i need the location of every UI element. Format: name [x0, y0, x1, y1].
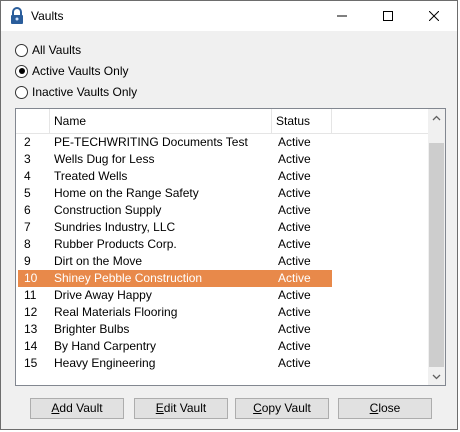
button-label: opy Vault [261, 401, 311, 415]
row-id-cell: 12 [24, 305, 38, 319]
table-row[interactable]: 15 Heavy Engineering Active [18, 355, 332, 372]
column-header-status[interactable]: Status [272, 109, 332, 133]
radio-button[interactable] [15, 85, 28, 99]
row-id-cell: 10 [24, 271, 38, 285]
radio-label: Active Vaults Only [32, 64, 129, 78]
row-status-cell: Active [278, 152, 311, 166]
row-name-cell: Real Materials Flooring [54, 305, 178, 319]
row-id-cell: 11 [24, 288, 37, 302]
button-label: dd Vault [59, 401, 103, 415]
row-name-cell: Rubber Products Corp. [54, 237, 177, 251]
table-row[interactable]: 13 Brighter Bulbs Active [18, 321, 332, 338]
title-bar[interactable]: Vaults [1, 1, 457, 31]
row-id-cell: 4 [24, 169, 31, 183]
vaults-list[interactable]: Name Status 2 PE-TECHWRITING Documents Te… [15, 108, 446, 386]
button-label: dit Vault [163, 401, 207, 415]
table-row[interactable]: 4 Treated Wells Active [18, 168, 332, 185]
row-id-cell: 2 [24, 135, 31, 149]
table-row[interactable]: 11 Drive Away Happy Active [18, 287, 332, 304]
row-name-cell: Brighter Bulbs [54, 322, 130, 336]
list-header: Name Status [16, 109, 430, 134]
edit-vault-button[interactable]: Edit Vault [134, 398, 228, 419]
table-row[interactable]: 2 PE-TECHWRITING Documents Test Active [18, 134, 332, 151]
row-name-cell: Heavy Engineering [54, 356, 156, 370]
radio-active-vaults[interactable]: Active Vaults Only [15, 63, 128, 79]
table-row[interactable]: 12 Real Materials Flooring Active [18, 304, 332, 321]
row-status-cell: Active [278, 220, 311, 234]
chevron-up-icon [432, 115, 441, 120]
radio-label: Inactive Vaults Only [32, 85, 138, 99]
row-name-cell: Shiney Pebble Construction [54, 271, 203, 285]
row-id-cell: 5 [24, 186, 31, 200]
radio-label: All Vaults [32, 43, 82, 57]
copy-vault-button[interactable]: Copy Vault [235, 398, 329, 419]
table-row[interactable]: 9 Dirt on the Move Active [18, 253, 332, 270]
vaults-dialog: Vaults All Vaults Active Vaults Only Ina… [0, 0, 458, 430]
lock-icon [11, 7, 23, 24]
row-status-cell: Active [278, 254, 311, 268]
table-row[interactable]: 10 Shiney Pebble Construction Active [18, 270, 332, 287]
radio-all-vaults[interactable]: All Vaults [15, 42, 81, 58]
row-name-cell: Treated Wells [54, 169, 128, 183]
row-name-cell: Construction Supply [54, 203, 162, 217]
row-id-cell: 14 [24, 339, 38, 353]
row-name-cell: Wells Dug for Less [54, 152, 155, 166]
maximize-button[interactable] [365, 1, 411, 31]
column-header-id[interactable] [16, 109, 50, 133]
row-name-cell: Drive Away Happy [54, 288, 152, 302]
close-icon [429, 11, 439, 21]
row-status-cell: Active [278, 169, 311, 183]
vertical-scrollbar[interactable] [428, 109, 445, 385]
add-vault-button[interactable]: Add Vault [30, 398, 124, 419]
maximize-icon [383, 11, 393, 21]
table-row[interactable]: 6 Construction Supply Active [18, 202, 332, 219]
row-status-cell: Active [278, 288, 311, 302]
table-row[interactable]: 7 Sundries Industry, LLC Active [18, 219, 332, 236]
chevron-down-icon [432, 374, 441, 379]
row-id-cell: 9 [24, 254, 31, 268]
row-id-cell: 3 [24, 152, 31, 166]
row-status-cell: Active [278, 271, 311, 285]
mnemonic: E [155, 401, 164, 415]
row-name-cell: Home on the Range Safety [54, 186, 199, 200]
row-status-cell: Active [278, 237, 311, 251]
row-status-cell: Active [278, 305, 311, 319]
table-row[interactable]: 14 By Hand Carpentry Active [18, 338, 332, 355]
row-id-cell: 7 [24, 220, 31, 234]
window-title: Vaults [31, 9, 64, 23]
radio-inactive-vaults[interactable]: Inactive Vaults Only [15, 84, 137, 100]
scroll-thumb[interactable] [429, 143, 444, 367]
scroll-up-button[interactable] [428, 109, 445, 126]
row-name-cell: Sundries Industry, LLC [54, 220, 176, 234]
column-header-name[interactable]: Name [50, 109, 272, 133]
row-id-cell: 8 [24, 237, 31, 251]
row-status-cell: Active [278, 135, 311, 149]
row-name-cell: By Hand Carpentry [54, 339, 157, 353]
button-label: lose [378, 401, 401, 415]
row-status-cell: Active [278, 339, 311, 353]
minimize-icon [337, 15, 347, 17]
close-window-button[interactable] [411, 1, 457, 31]
table-row[interactable]: 5 Home on the Range Safety Active [18, 185, 332, 202]
row-status-cell: Active [278, 203, 311, 217]
row-status-cell: Active [278, 322, 311, 336]
row-id-cell: 15 [24, 356, 38, 370]
table-row[interactable]: 8 Rubber Products Corp. Active [18, 236, 332, 253]
row-name-cell: Dirt on the Move [54, 254, 143, 268]
row-status-cell: Active [278, 356, 311, 370]
row-status-cell: Active [278, 186, 311, 200]
scroll-down-button[interactable] [428, 368, 445, 385]
close-button[interactable]: Close [338, 398, 432, 419]
row-id-cell: 6 [24, 203, 31, 217]
table-row[interactable]: 3 Wells Dug for Less Active [18, 151, 332, 168]
row-id-cell: 13 [24, 322, 38, 336]
row-name-cell: PE-TECHWRITING Documents Test [54, 135, 248, 149]
minimize-button[interactable] [319, 1, 365, 31]
radio-button[interactable] [15, 43, 28, 57]
mnemonic: C [253, 401, 262, 415]
radio-button[interactable] [15, 64, 28, 78]
